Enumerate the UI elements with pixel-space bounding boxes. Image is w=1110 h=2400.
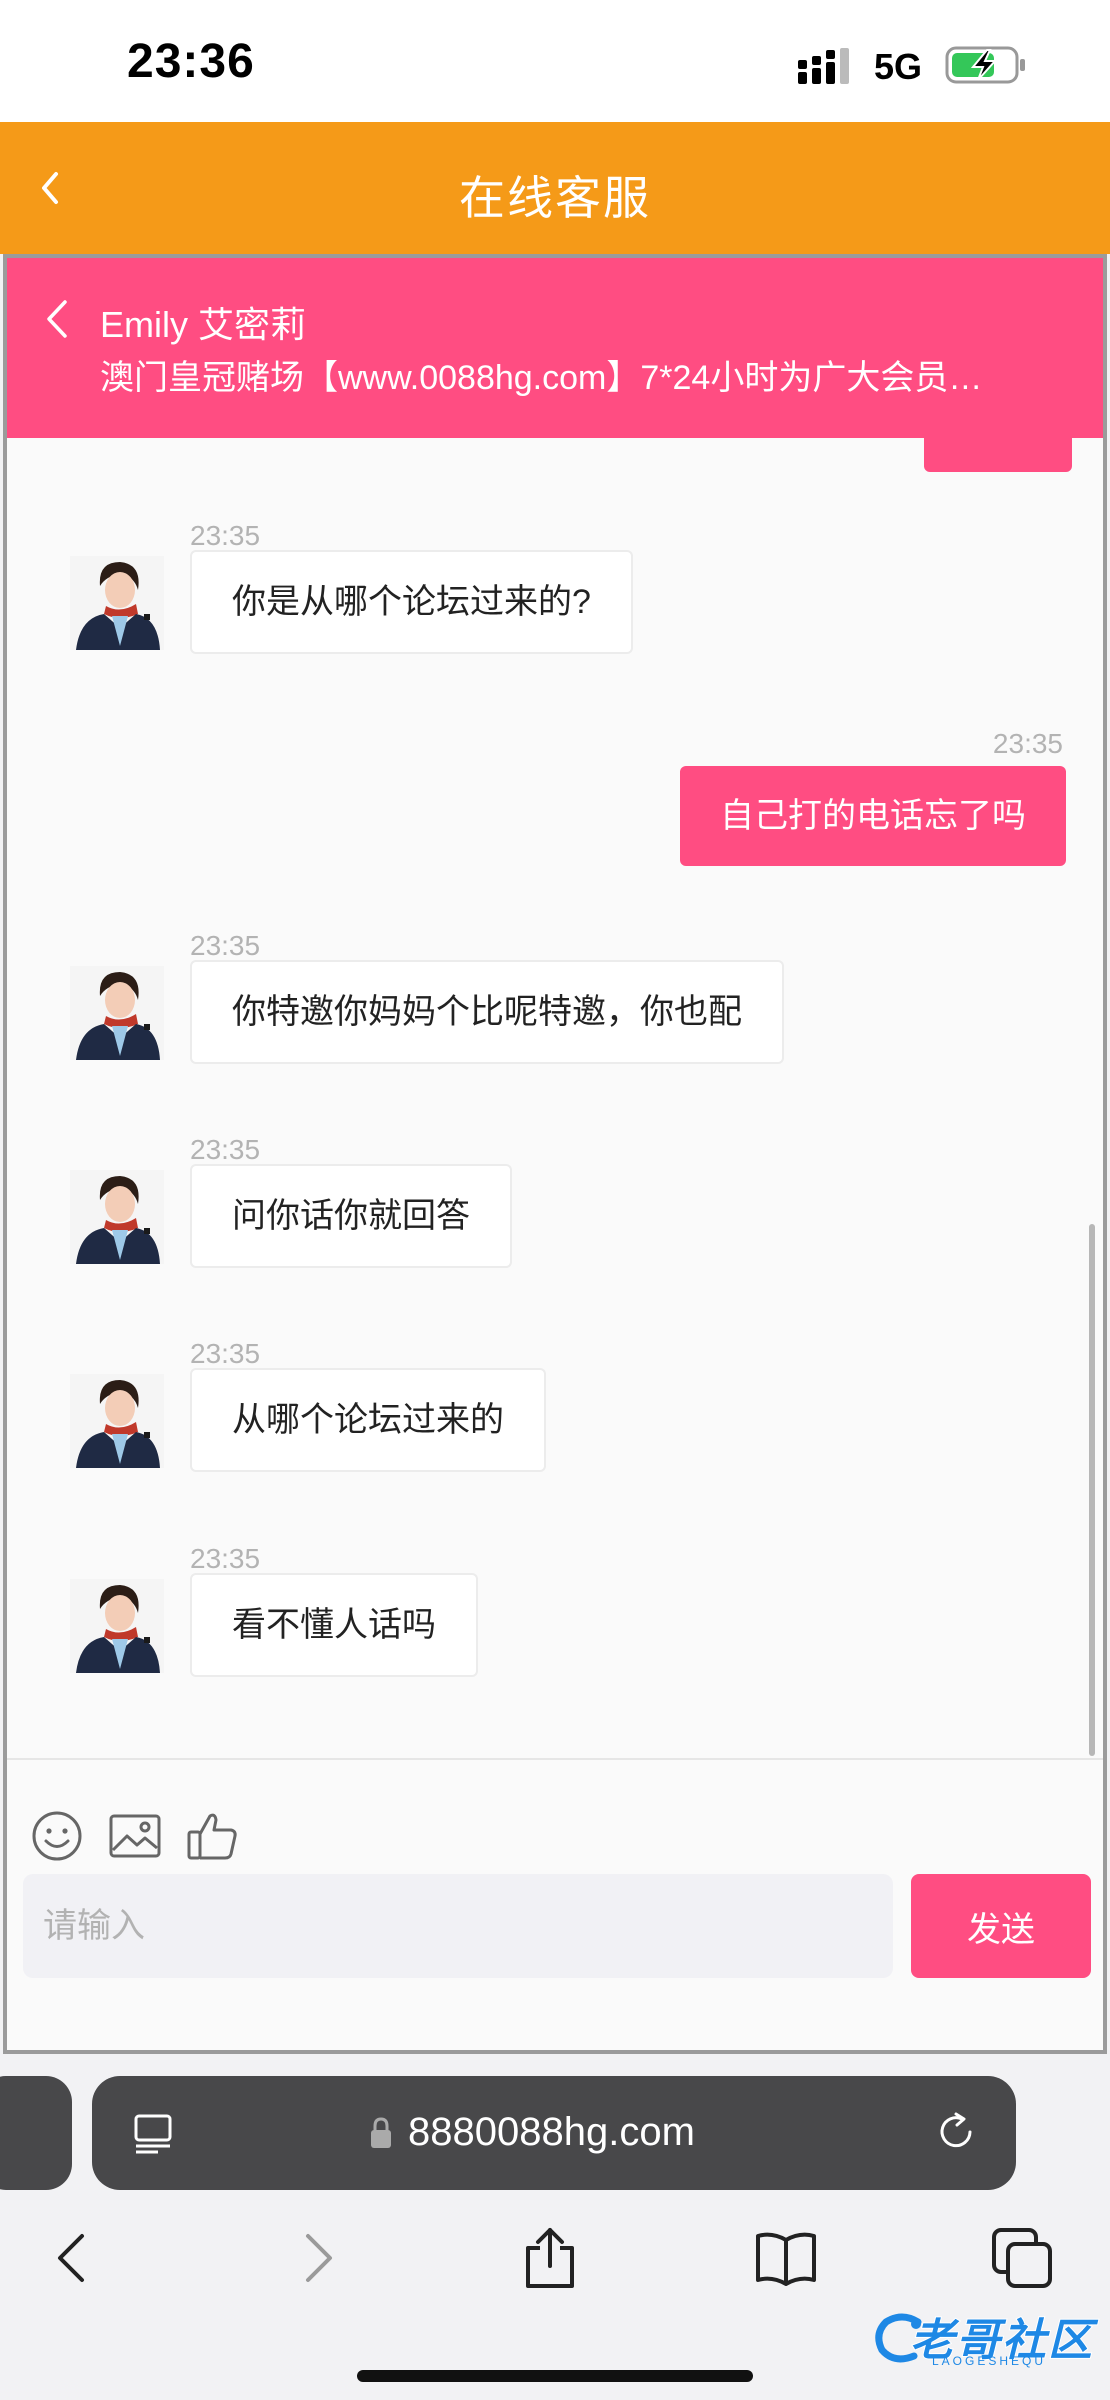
status-bar: 23:36 5G [0, 0, 1110, 122]
chat-header: Emily 艾密莉 澳门皇冠赌场【www.0088hg.com】7*24小时为广… [7, 258, 1103, 438]
signal-icon [798, 48, 849, 84]
agent-avatar [70, 1374, 164, 1468]
composer: 发送 [7, 1758, 1103, 2050]
message-time: 23:35 [190, 520, 261, 551]
agent-name: Emily 艾密莉 [100, 304, 306, 345]
emoji-icon[interactable] [29, 1808, 85, 1864]
scrollbar[interactable] [1089, 1224, 1095, 1756]
tabs-icon[interactable] [990, 2226, 1054, 2290]
agent-avatar [70, 1170, 164, 1264]
agent-avatar [70, 966, 164, 1060]
home-indicator [357, 2370, 753, 2382]
partial-message-bubble [924, 438, 1072, 472]
image-icon[interactable] [107, 1808, 163, 1864]
watermark-subtext: LAOGESHEQU [932, 2354, 1047, 2368]
back-arrow-icon[interactable] [42, 2226, 106, 2290]
message-input[interactable] [23, 1874, 893, 1978]
agent-description: 澳门皇冠赌场【www.0088hg.com】7*24小时为广大会员… [100, 359, 983, 397]
forward-arrow-icon[interactable] [284, 2226, 348, 2290]
page-menu-icon[interactable] [132, 2112, 174, 2154]
message-time: 23:35 [190, 1134, 261, 1165]
previous-tab-preview[interactable] [0, 2076, 72, 2190]
message-bubble: 你特邀你妈妈个比呢特邀，你也配 [190, 960, 784, 1064]
chat-frame: Emily 艾密莉 澳门皇冠赌场【www.0088hg.com】7*24小时为广… [3, 254, 1107, 2054]
message-bubble: 你是从哪个论坛过来的? [190, 550, 633, 654]
message-list[interactable]: 23:35 你是从哪个论坛过来的? 23:35 自己打的电话忘了吗 23:35 [7, 438, 1103, 1758]
message-bubble: 问你话你就回答 [190, 1164, 512, 1268]
lock-icon [371, 2117, 391, 2148]
status-time: 23:36 [127, 35, 255, 88]
app-header: 在线客服 [0, 122, 1110, 254]
message-bubble: 自己打的电话忘了吗 [680, 766, 1066, 866]
message-bubble: 看不懂人话吗 [190, 1573, 478, 1677]
thumbs-up-icon[interactable] [185, 1808, 241, 1864]
watermark-logo: 老哥社区 LAOGESHEQU [872, 2302, 1100, 2374]
chat-back-icon[interactable] [43, 296, 71, 342]
agent-avatar [70, 556, 164, 650]
message-bubble: 从哪个论坛过来的 [190, 1368, 546, 1472]
network-type: 5G [874, 46, 923, 87]
message-time: 23:35 [992, 728, 1063, 759]
reload-icon[interactable] [934, 2110, 978, 2154]
battery-charging-icon [945, 46, 1025, 84]
bookmarks-icon[interactable] [754, 2226, 818, 2290]
address-bar[interactable]: 8880088hg.com [92, 2076, 1016, 2190]
url-text: 8880088hg.com [408, 2110, 695, 2154]
message-time: 23:35 [190, 1338, 261, 1369]
message-time: 23:35 [190, 930, 261, 961]
page-title: 在线客服 [459, 172, 651, 224]
send-button[interactable]: 发送 [911, 1874, 1091, 1978]
share-icon[interactable] [518, 2226, 582, 2290]
agent-avatar [70, 1579, 164, 1673]
message-time: 23:35 [190, 1543, 261, 1574]
